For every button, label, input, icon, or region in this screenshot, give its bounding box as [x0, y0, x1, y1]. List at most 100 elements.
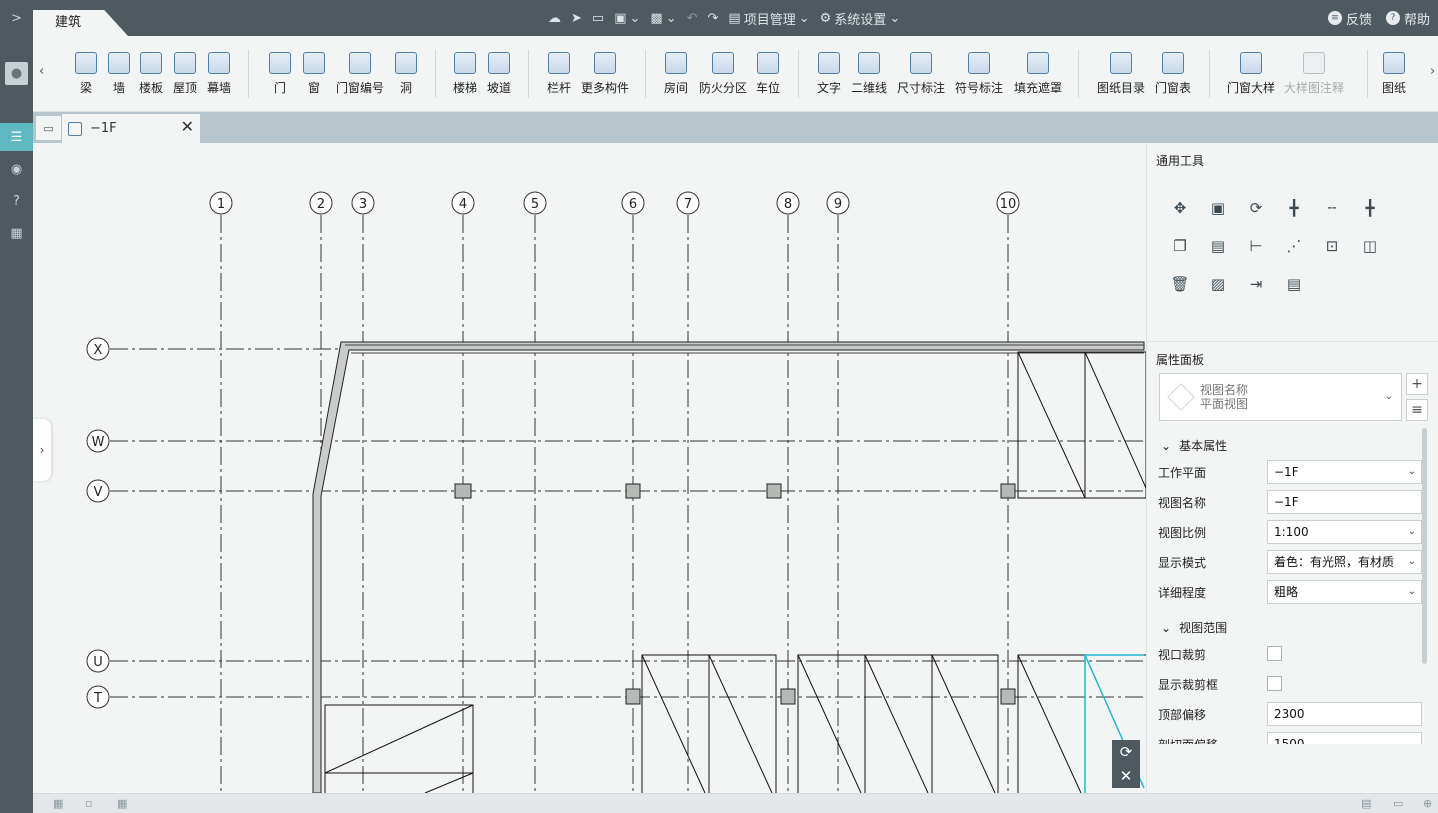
ribbon-roof-button[interactable]: 屋顶: [173, 52, 197, 100]
new-file-icon[interactable]: ▭: [592, 11, 604, 26]
menu-project-management[interactable]: ▤ 项目管理 ⌄: [728, 9, 809, 28]
trim-icon[interactable]: ╋: [1359, 197, 1381, 219]
tab-architecture[interactable]: 建筑: [33, 10, 128, 36]
home-view-icon[interactable]: ▭: [36, 116, 61, 140]
drawing-canvas[interactable]: 1 2 3 4 5 6 7 8 9 10 X W V U T: [33, 143, 1146, 793]
open-folder-button[interactable]: ▣ ⌄: [614, 11, 640, 26]
work-plane-select[interactable]: −1F ⌄: [1267, 460, 1422, 484]
ribbon-door-window-detail-button[interactable]: 门窗大样: [1227, 52, 1275, 100]
screen-icon[interactable]: ▤: [1361, 797, 1371, 810]
view-name-input[interactable]: −1F: [1267, 490, 1422, 514]
column-axis-bubble[interactable]: 5: [523, 191, 547, 215]
ruler-icon[interactable]: ▤: [1283, 273, 1305, 295]
user-avatar[interactable]: ●: [5, 62, 28, 85]
column-axis-bubble[interactable]: 9: [826, 191, 850, 215]
array-icon[interactable]: ⋰: [1283, 235, 1305, 257]
row-axis-bubble[interactable]: X: [86, 337, 110, 361]
zoom-icon[interactable]: ⊕: [1423, 797, 1432, 810]
row-axis-bubble[interactable]: W: [86, 429, 110, 453]
redo-icon[interactable]: ↷: [708, 11, 719, 26]
reset-view-icon[interactable]: ⟳: [1120, 743, 1133, 761]
send-icon[interactable]: ➤: [571, 11, 582, 26]
cloud-icon[interactable]: ☁: [548, 11, 561, 26]
column-axis-bubble[interactable]: 1: [209, 191, 233, 215]
question-icon[interactable]: ?: [0, 187, 33, 215]
group-icon[interactable]: ⊡: [1321, 235, 1343, 257]
section-basic-properties[interactable]: ⌄ 基本属性: [1161, 437, 1227, 454]
mirror-icon[interactable]: ◫: [1359, 235, 1381, 257]
section-view-range[interactable]: ⌄ 视图范围: [1161, 619, 1227, 636]
column-axis-bubble[interactable]: 7: [676, 191, 700, 215]
close-icon[interactable]: ✕: [1120, 767, 1133, 785]
row-axis-bubble[interactable]: T: [86, 685, 110, 709]
ribbon-more-components-button[interactable]: 更多构件: [581, 52, 629, 100]
view-scale-select[interactable]: 1:100 ⌄: [1267, 520, 1422, 544]
delete-icon[interactable]: 🗑: [1169, 273, 1191, 295]
column-axis-bubble[interactable]: 3: [351, 191, 375, 215]
column-axis-bubble[interactable]: 6: [621, 191, 645, 215]
ribbon-parking-button[interactable]: 车位: [756, 52, 780, 100]
ribbon-opening-button[interactable]: 洞: [395, 52, 417, 100]
offset-icon[interactable]: ❐: [1169, 235, 1191, 257]
ribbon-window-button[interactable]: 窗: [303, 52, 325, 100]
undo-icon[interactable]: ↶: [687, 11, 698, 26]
column-axis-bubble[interactable]: 8: [776, 191, 800, 215]
display-mode-select[interactable]: 着色：有光照，有材质 ⌄: [1267, 550, 1422, 574]
align-icon[interactable]: ╋: [1283, 197, 1305, 219]
column-axis-bubble[interactable]: 10: [996, 191, 1020, 215]
save-button[interactable]: ▩ ⌄: [650, 11, 676, 26]
rotate-icon[interactable]: ⟳: [1245, 197, 1267, 219]
walls[interactable]: [312, 341, 1145, 793]
viewport-crop-checkbox[interactable]: [1267, 646, 1282, 661]
floor-plan-drawing[interactable]: 1 2 3 4 5 6 7 8 9 10 X W V U T: [33, 143, 1146, 793]
view-settings-button[interactable]: ≡: [1406, 399, 1428, 421]
move-icon[interactable]: ✥: [1169, 197, 1191, 219]
properties-scrollbar[interactable]: [1422, 428, 1427, 664]
copy-icon[interactable]: ▣: [1207, 197, 1229, 219]
ribbon-floor-button[interactable]: 楼板: [139, 52, 163, 100]
ribbon-beam-button[interactable]: 梁: [75, 52, 97, 100]
ribbon-railing-button[interactable]: 栏杆: [547, 52, 571, 100]
ribbon-ramp-button[interactable]: 坡道: [487, 52, 511, 100]
split-icon[interactable]: ╌: [1321, 197, 1343, 219]
column-axis-bubble[interactable]: 2: [309, 191, 333, 215]
extend-icon[interactable]: ▤: [1207, 235, 1229, 257]
ribbon-door-window-table-button[interactable]: 门窗表: [1155, 52, 1191, 100]
ribbon-room-button[interactable]: 房间: [664, 52, 688, 100]
ribbon-2d-line-button[interactable]: 二维线: [851, 52, 887, 100]
ribbon-stair-button[interactable]: 楼梯: [453, 52, 477, 100]
help-button[interactable]: ? 帮助: [1385, 9, 1430, 28]
multi-view-icon[interactable]: ▦: [117, 797, 127, 810]
ribbon-door-button[interactable]: 门: [269, 52, 291, 100]
side-panel-toggle[interactable]: ›: [33, 419, 51, 481]
top-offset-input[interactable]: 2300: [1267, 702, 1422, 726]
ribbon-symbol-button[interactable]: 符号标注: [955, 52, 1003, 100]
list-icon[interactable]: ☰: [0, 123, 33, 151]
menu-system-settings[interactable]: ⚙ 系统设置 ⌄: [820, 9, 901, 28]
column-axis-bubble[interactable]: 4: [451, 191, 475, 215]
ribbon-scroll-left-icon[interactable]: ‹: [39, 64, 44, 79]
row-axis-bubble[interactable]: V: [86, 479, 110, 503]
add-view-button[interactable]: +: [1406, 373, 1428, 395]
row-axis-bubble[interactable]: U: [86, 649, 110, 673]
detail-level-select[interactable]: 粗略 ⌄: [1267, 580, 1422, 604]
view-type-selector[interactable]: 视图名称 平面视图 ⌄: [1159, 373, 1402, 421]
page-icon[interactable]: ▭: [1393, 797, 1403, 810]
ribbon-wall-button[interactable]: 墙: [108, 52, 130, 100]
measure-icon[interactable]: ⇥: [1245, 273, 1267, 295]
grid-apps-icon[interactable]: ▦: [0, 219, 33, 247]
ribbon-dimension-button[interactable]: 尺寸标注: [897, 52, 945, 100]
columns[interactable]: [454, 483, 1016, 705]
close-icon[interactable]: ✕: [181, 117, 194, 136]
ribbon-detail-annotation-button[interactable]: 大样图注释: [1284, 52, 1344, 100]
small-square-icon[interactable]: ▫: [85, 797, 92, 810]
break-icon[interactable]: ⊢: [1245, 235, 1267, 257]
parking-spaces[interactable]: [324, 351, 1146, 793]
ribbon-scroll-right-icon[interactable]: ›: [1430, 64, 1435, 79]
ribbon-door-window-number-button[interactable]: 门窗编号: [336, 52, 384, 100]
ribbon-fill-mask-button[interactable]: 填充遮罩: [1014, 52, 1062, 100]
document-tab-level[interactable]: −1F ✕: [62, 114, 200, 143]
cut-offset-input[interactable]: 1500: [1267, 732, 1422, 744]
ribbon-drawing-button[interactable]: 图纸: [1382, 52, 1406, 100]
feedback-button[interactable]: ≡ 反馈: [1327, 9, 1372, 28]
